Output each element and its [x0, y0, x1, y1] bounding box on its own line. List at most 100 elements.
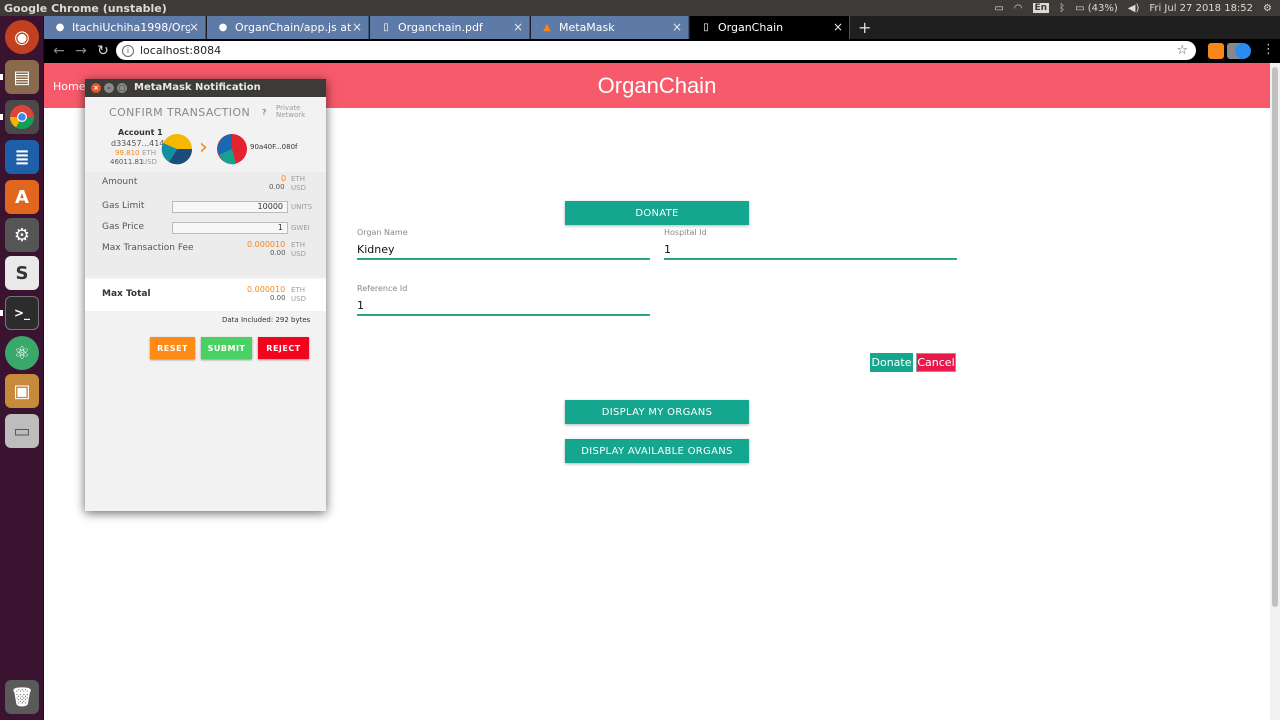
usd-balance: 46011.81: [110, 158, 144, 166]
bluetooth-icon[interactable]: ᛒ: [1059, 3, 1065, 14]
address-bar[interactable]: i localhost:8084 ☆: [116, 41, 1196, 60]
submit-button[interactable]: SUBMIT: [201, 337, 252, 359]
confirm-transaction-heading: CONFIRM TRANSACTION: [109, 106, 251, 119]
power-gear-icon[interactable]: ⚙: [1263, 3, 1272, 14]
window-minimize-icon[interactable]: –: [104, 83, 114, 93]
arrow-right-icon: ›: [199, 135, 208, 160]
bookmark-star-icon[interactable]: ☆: [1176, 43, 1188, 58]
metamask-window-title: MetaMask Notification: [134, 82, 261, 93]
window-close-icon[interactable]: ×: [91, 83, 101, 93]
volume-icon[interactable]: ◀): [1128, 3, 1140, 14]
files-icon[interactable]: ▤: [5, 60, 39, 94]
clock[interactable]: Fri Jul 27 2018 18:52: [1149, 3, 1253, 14]
display-available-organs-button[interactable]: DISPLAY AVAILABLE ORGANS: [565, 439, 749, 463]
tab-github-appjs[interactable]: ● OrganChain/app.js at mas ×: [207, 16, 369, 39]
browser-toolbar: ← → ↻ i localhost:8084 ☆ ⋮: [44, 39, 1280, 63]
metamask-body: CONFIRM TRANSACTION ? Private Network Ac…: [85, 97, 326, 511]
tab-organchain-active[interactable]: ▯ OrganChain ×: [690, 16, 850, 39]
chrome-logo-icon: [9, 105, 34, 130]
document-icon: ▯: [703, 22, 709, 33]
account-name: Account 1: [118, 128, 163, 137]
url-text: localhost:8084: [140, 44, 222, 57]
metamask-titlebar: × – □ MetaMask Notification: [85, 79, 326, 97]
unity-launcher: ◉ ▤ ≣ A ⚙ S >_ ⚛ ▣ ▭ 🗑: [0, 16, 44, 720]
running-indicator: [0, 114, 3, 120]
tab-github-organchain[interactable]: ● ItachiUchiha1998/OrganC ×: [44, 16, 206, 39]
scrollbar-thumb[interactable]: [1272, 67, 1278, 607]
eth-balance: 99.810: [115, 149, 140, 157]
tab-close-icon[interactable]: ×: [513, 20, 523, 34]
new-tab-button[interactable]: +: [858, 18, 871, 37]
hospital-id-label: Hospital Id: [664, 228, 707, 237]
github-icon: ●: [55, 22, 65, 33]
back-arrow-icon[interactable]: ←: [48, 43, 70, 59]
window-maximize-icon[interactable]: □: [117, 83, 127, 93]
system-tray: ▭ ◠ En ᛒ ▭ (43%) ◀) Fri Jul 27 2018 18:5…: [994, 3, 1280, 14]
keyboard-layout-indicator[interactable]: En: [1032, 3, 1050, 13]
atom-icon[interactable]: ⚛: [5, 336, 39, 370]
reload-icon[interactable]: ↻: [92, 43, 114, 59]
menu-kebab-icon[interactable]: ⋮: [1262, 42, 1275, 57]
help-icon[interactable]: ?: [262, 108, 266, 117]
reference-id-input[interactable]: [357, 297, 650, 316]
max-total-label: Max Total: [102, 289, 151, 299]
donate-submit-button[interactable]: Donate: [870, 353, 913, 372]
tab-metamask[interactable]: ▲ MetaMask ×: [531, 16, 689, 39]
tab-close-icon[interactable]: ×: [352, 20, 362, 34]
amount-label: Amount: [102, 177, 138, 187]
display-icon[interactable]: ▭: [994, 3, 1003, 14]
gas-price-label: Gas Price: [102, 222, 144, 232]
tab-close-icon[interactable]: ×: [672, 20, 682, 34]
settings-icon[interactable]: ⚙: [5, 218, 39, 252]
writer-icon[interactable]: ≣: [5, 140, 39, 174]
cancel-button[interactable]: Cancel: [916, 353, 956, 372]
document-icon: ▯: [383, 22, 389, 33]
wifi-icon[interactable]: ◠: [1014, 3, 1023, 14]
max-total-eth: 0.000010: [247, 285, 286, 294]
amount-usd: 0.00: [269, 183, 285, 191]
max-total-usd-unit: USD: [291, 295, 306, 303]
running-indicator: [0, 74, 3, 80]
max-total-usd: 0.00: [270, 294, 286, 302]
tab-strip: ● ItachiUchiha1998/OrganC × ● OrganChain…: [44, 16, 1280, 39]
chrome-dev-icon[interactable]: [5, 100, 39, 134]
package-icon[interactable]: ▣: [5, 374, 39, 408]
organ-name-input[interactable]: [357, 241, 650, 260]
running-indicator: [0, 310, 3, 316]
donate-toggle-button[interactable]: DONATE: [565, 201, 749, 225]
tab-close-icon[interactable]: ×: [833, 20, 843, 34]
amount-eth-unit: ETH: [291, 175, 305, 183]
active-app-title: Google Chrome (unstable): [4, 1, 167, 15]
max-fee-eth: 0.000010: [247, 240, 286, 249]
github-icon: ●: [218, 22, 228, 33]
forward-arrow-icon[interactable]: →: [70, 43, 92, 59]
reject-button[interactable]: REJECT: [258, 337, 309, 359]
recipient-address: 90a40F...080f: [250, 143, 298, 151]
tab-close-icon[interactable]: ×: [189, 20, 199, 34]
max-total-eth-unit: ETH: [291, 286, 305, 294]
tab-organchain-pdf[interactable]: ▯ Organchain.pdf ×: [370, 16, 530, 39]
gas-limit-input[interactable]: 10000: [172, 201, 288, 213]
ubuntu-top-panel: Google Chrome (unstable) ▭ ◠ En ᛒ ▭ (43%…: [0, 0, 1280, 16]
amount-eth: 0: [281, 174, 287, 183]
battery-indicator[interactable]: ▭ (43%): [1075, 3, 1118, 14]
metamask-extension-icon[interactable]: [1208, 43, 1224, 59]
metamask-icon: ▲: [543, 22, 551, 33]
drive-icon[interactable]: ▭: [5, 414, 39, 448]
profile-avatar-icon[interactable]: [1235, 43, 1251, 59]
trash-icon[interactable]: 🗑: [5, 680, 39, 714]
data-included-note: Data Included: 292 bytes: [222, 316, 311, 324]
info-icon[interactable]: i: [122, 44, 134, 57]
sender-identicon: [161, 134, 193, 165]
max-fee-usd-unit: USD: [291, 250, 306, 258]
page-scrollbar[interactable]: [1270, 63, 1280, 720]
hospital-id-input[interactable]: [664, 241, 957, 260]
software-center-icon[interactable]: A: [5, 180, 39, 214]
display-my-organs-button[interactable]: DISPLAY MY ORGANS: [565, 400, 749, 424]
slack-icon[interactable]: S: [5, 256, 39, 290]
terminal-icon[interactable]: >_: [5, 296, 39, 330]
gas-price-input[interactable]: 1: [172, 222, 288, 234]
gas-limit-label: Gas Limit: [102, 201, 145, 211]
ubuntu-logo-icon[interactable]: ◉: [5, 20, 39, 54]
reset-button[interactable]: RESET: [150, 337, 195, 359]
